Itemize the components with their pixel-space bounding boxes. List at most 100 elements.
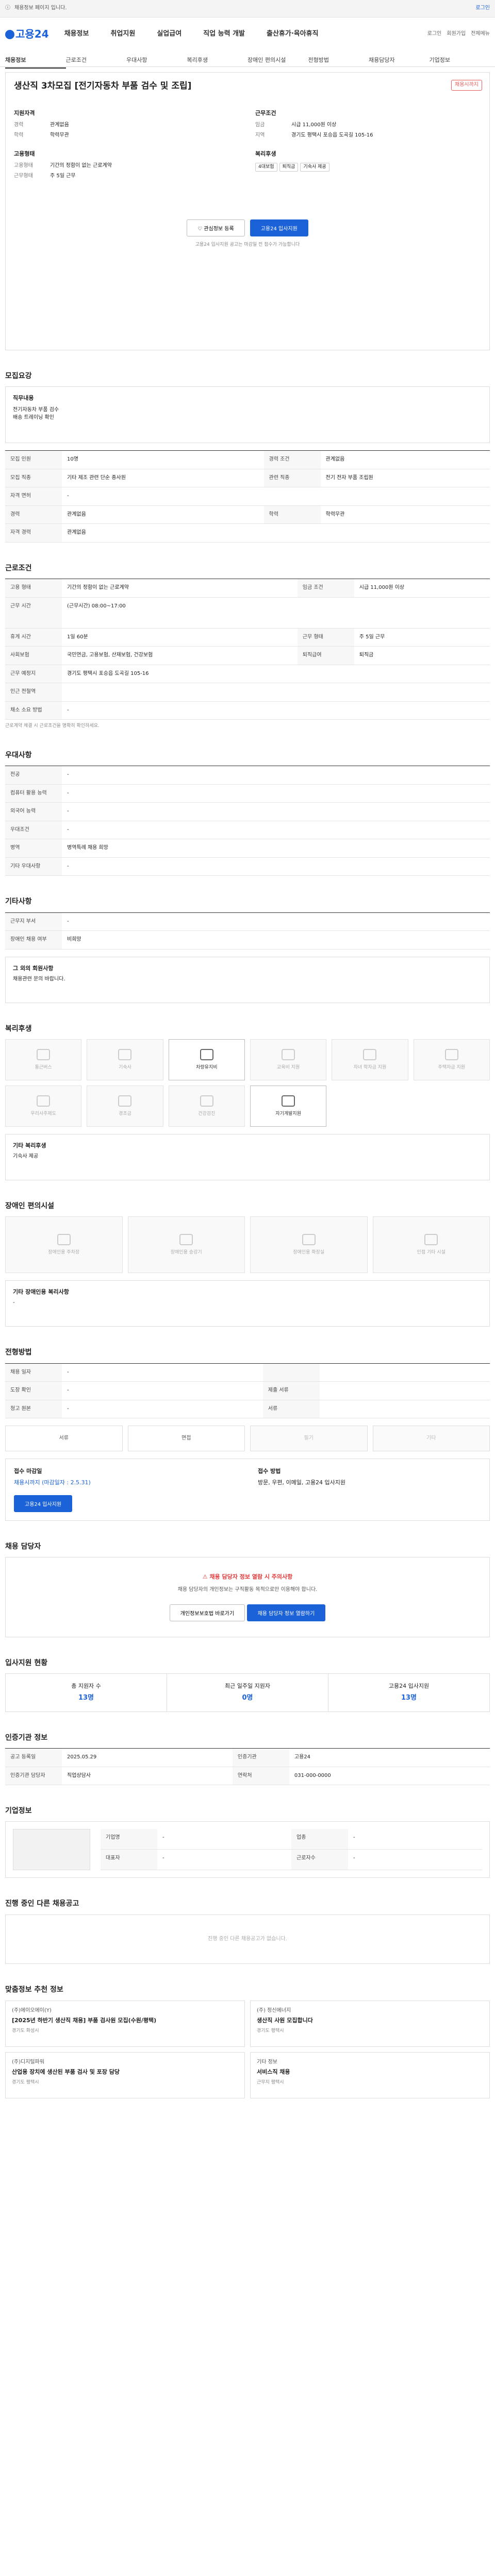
contact-warning: ⚠ 채용 담당자 정보 열람 시 주의사항 채용 담당자의 개인정보는 구직활동… [5, 1557, 490, 1637]
tab-item[interactable]: 우대사항 [126, 53, 187, 69]
logo-mark-icon [5, 29, 14, 39]
etc-box: 그 외의 회원사항 채용관련 문의 바랍니다. [5, 956, 490, 1003]
section-facilities: 장애인 편의시설 장애인용 주차장 장애인용 승강기 장애인용 화장실 인접 기… [5, 1201, 490, 1327]
recommend-card[interactable]: (주) 정신에너지 생산직 사원 모집합니다 경기도 평택시 [250, 2000, 490, 2047]
company-box: 기업명 - 업종 - 대표자 - 근로자수 - [5, 1821, 490, 1878]
tab-item[interactable]: 복리후생 [187, 53, 248, 69]
welfare-label: 건강검진 [198, 1111, 216, 1116]
tab-item[interactable]: 근로조건 [66, 53, 127, 69]
facility-item: 장애인용 주차장 [5, 1216, 123, 1274]
welfare-label: 교육비 지원 [277, 1064, 300, 1070]
summary-heading: 고용형태 [14, 150, 35, 157]
welfare-icon [363, 1048, 377, 1060]
site-logo[interactable]: 고용24 [5, 27, 49, 42]
kv-value: 학력무관 [50, 132, 69, 139]
section-title: 맞춤정보 추천 정보 [5, 1986, 63, 1994]
welfare-icon [37, 1095, 51, 1107]
stats-row: 총 지원자 수 13명 최근 일주일 지원자 0명 고용24 입사지원 13명 [5, 1673, 490, 1712]
section-title: 입사지원 현황 [5, 1658, 48, 1667]
util-link[interactable]: 회원가입 [447, 30, 466, 38]
recommend-cards: (주)에이오에이(Y) [2025년 하반기 생산직 채용] 부품 검사원 모집(… [5, 2000, 490, 2098]
recommend-card[interactable]: 기타 정보 서비스직 채용 근무지 평택시 [250, 2052, 490, 2098]
job-title: 생산직 3차모집 [전기자동차 부품 검수 및 조립] [14, 81, 192, 91]
welfare-icon [282, 1048, 295, 1060]
method-item: 서류 [5, 1426, 123, 1452]
summary-heading: 근무조건 [255, 109, 276, 116]
info-icon: ⓘ [5, 5, 10, 11]
welfare-item: 기숙사 [87, 1039, 163, 1081]
section-tabs: 채용정보 근로조건 우대사항 복리후생 장애인 편의시설 전형방법 채용담당자 … [0, 53, 495, 69]
tab-item[interactable]: 전형방법 [308, 53, 369, 69]
welfare-item: 통근버스 [5, 1039, 82, 1081]
section-company: 기업정보 기업명 - 업종 - 대표자 - 근로자수 - [5, 1806, 490, 1878]
facility-icon [424, 1233, 438, 1245]
recommend-card[interactable]: (주)에이오에이(Y) [2025년 하반기 생산직 채용] 부품 검사원 모집(… [5, 2000, 245, 2047]
view-contact-button[interactable]: 채용 담당자 정보 열람하기 [246, 1604, 326, 1621]
kv-value: 주 5일 근무 [50, 173, 76, 179]
apply-button[interactable]: 고용24 입사지원 [250, 219, 308, 236]
section-welfare: 복리후생 통근버스 기숙사 차량유지비 교육비 지원 자녀 학자금 지원 주택자금 지원 우… [5, 1024, 490, 1181]
section-other-jobs: 진행 중인 다른 채용공고 진행 중인 다른 채용공고가 없습니다. [5, 1899, 490, 1964]
kv-key: 학력 [14, 132, 24, 139]
company-logo-placeholder [13, 1829, 90, 1871]
section-recruit: 모집요강 직무내용 전기자동차 부품 검수 배송 트레이닝 확인 모집 인원 10… [5, 371, 490, 543]
welfare-icon [200, 1048, 213, 1060]
notice-text: 채용정보 페이지 입니다. [14, 5, 67, 11]
nav-item[interactable]: 실업급여 [157, 29, 182, 39]
welfare-item: 자기계발지원 [250, 1086, 327, 1127]
util-link[interactable]: 로그인 [427, 30, 442, 38]
welfare-item: 경조금 [87, 1086, 163, 1127]
apply-button-2[interactable]: 고용24 입사지원 [14, 1495, 73, 1512]
method-item: 면접 [127, 1426, 245, 1452]
kv-key: 지역 [255, 132, 265, 139]
nav-item[interactable]: 취업지원 [110, 29, 135, 39]
facility-etc-box: 기타 장애인용 복리사항 - [5, 1280, 490, 1327]
section-stats: 입사지원 현황 총 지원자 수 13명 최근 일주일 지원자 0명 고용24 입사지… [5, 1658, 490, 1712]
welfare-item: 차량유지비 [168, 1039, 245, 1081]
section-title: 우대사항 [5, 751, 32, 760]
login-link[interactable]: 로그인 [475, 5, 490, 12]
job-summary-card: 생산직 3차모집 [전기자동차 부품 검수 및 조립] 채용시까지 지원자격 경… [5, 72, 490, 350]
site-header: 고용24 채용정보 취업지원 실업급여 직업 능력 개발 출산휴가·육아휴직 로… [0, 18, 495, 69]
kv-key: 근무형태 [14, 173, 33, 179]
welfare-item: 건강검진 [168, 1086, 245, 1127]
nav-item[interactable]: 채용정보 [64, 29, 89, 39]
conditions-note: 근로계약 체결 시 근로조건을 명확히 확인하세요. [5, 723, 100, 729]
welfare-icon [118, 1095, 132, 1107]
section-title: 기업정보 [5, 1807, 32, 1816]
apply-note: 고용24 입사지원 공고는 마감일 전 접수가 가능합니다 [195, 242, 300, 247]
util-link[interactable]: 전체메뉴 [471, 30, 490, 38]
tab-item[interactable]: 기업정보 [430, 53, 490, 69]
tab-item[interactable]: 장애인 편의시설 [248, 53, 308, 69]
section-etc: 기타사항 근무지 부서 - 장애인 채용 여부 비희망 그 외의 회원사항 채용관련… [5, 896, 490, 1003]
kv-value: 기간의 정함이 없는 근로계약 [50, 162, 112, 168]
welfare-label: 기숙사 [119, 1064, 131, 1070]
welfare-label: 통근버스 [35, 1064, 52, 1070]
welfare-icon [37, 1048, 51, 1060]
job-description-box: 직무내용 전기자동차 부품 검수 배송 트레이닝 확인 [5, 386, 490, 444]
privacy-law-button[interactable]: 개인정보보호법 바로가기 [169, 1604, 245, 1621]
welfare-etc-box: 기타 복리후생 기숙사 제공 [5, 1134, 490, 1181]
section-org: 인증기관 정보 공고 등록일 2025.05.29 인증기관 고용24 인증기관 담당… [5, 1733, 490, 1786]
nav-item[interactable]: 출산휴가·육아휴직 [267, 29, 319, 39]
org-table: 공고 등록일 2025.05.29 인증기관 고용24 인증기관 담당자 직업상담사 연락… [5, 1748, 490, 1786]
section-method: 전형방법 채용 일자 - 도장 확인 - 제출 서류 청고 원본 - 서류 서류 면접 필… [5, 1347, 490, 1521]
section-title: 진행 중인 다른 채용공고 [5, 1900, 79, 1908]
nav-item[interactable]: 직업 능력 개발 [203, 29, 245, 39]
welfare-label: 우리사주제도 [30, 1111, 56, 1116]
save-interest-button[interactable]: ♡ 관심정보 등록 [187, 219, 245, 236]
tab-item[interactable]: 채용정보 [5, 53, 66, 69]
welfare-item: 주택자금 지원 [413, 1039, 490, 1081]
warning-icon: ⚠ [202, 1573, 210, 1581]
section-title: 기타사항 [5, 897, 32, 906]
summary-heading: 지원자격 [14, 109, 35, 116]
section-title: 인증기관 정보 [5, 1733, 48, 1742]
facility-item: 장애인용 승강기 [127, 1216, 245, 1274]
recommend-card[interactable]: (주)디지털파워 산업용 장치에 생산된 부품 검사 및 포장 담당 경기도 평택시 [5, 2052, 245, 2098]
welfare-tag: 기숙사 제공 [300, 162, 329, 172]
method-item: 필기 [250, 1426, 368, 1452]
section-preference: 우대사항 전공 - 컴퓨터 활용 능력 - 외국어 능력 - 우대조건 - 병역 병역특례… [5, 750, 490, 876]
section-contact: 채용 담당자 ⚠ 채용 담당자 정보 열람 시 주의사항 채용 담당자의 개인정… [5, 1541, 490, 1637]
welfare-tag: 4대보험 [255, 162, 277, 172]
tab-item[interactable]: 채용담당자 [369, 53, 430, 69]
